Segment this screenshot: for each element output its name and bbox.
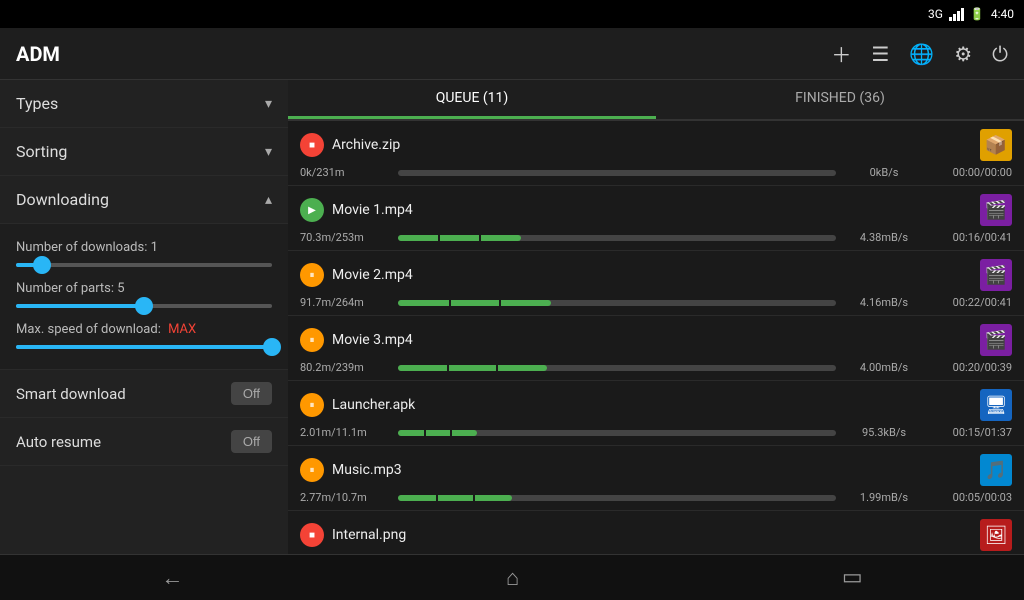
progress-bar-2 — [398, 300, 836, 306]
download-thumb-0: 📦 — [980, 129, 1012, 161]
bottom-nav: ← ⌂ ▭ — [0, 554, 1024, 600]
status-icon-3[interactable]: ⏸ — [300, 328, 324, 352]
download-thumb-3: 🎬 — [980, 324, 1012, 356]
network-type: 3G — [928, 7, 943, 21]
status-icon-5[interactable]: ⏸ — [300, 458, 324, 482]
size-info-1: 70.3m/253m — [300, 231, 390, 244]
status-icon-1[interactable]: ▶ — [300, 198, 324, 222]
sidebar-sorting-header[interactable]: Sorting ▾ — [0, 128, 288, 176]
download-item[interactable]: ⏸ Launcher.apk 🖥 2.01m/11.1m 95.3kB/s 00… — [288, 381, 1024, 446]
content-area: QUEUE (11) FINISHED (36) ■ Archive.zip 📦… — [288, 80, 1024, 554]
back-button[interactable]: ← — [141, 557, 203, 599]
size-info-0: 0k/231m — [300, 166, 390, 179]
size-info-4: 2.01m/11.1m — [300, 426, 390, 439]
auto-resume-toggle[interactable]: Off — [231, 430, 272, 453]
download-thumb-5: 🎵 — [980, 454, 1012, 486]
num-downloads-label: Number of downloads: 1 — [16, 240, 272, 255]
signal-icon — [949, 8, 964, 21]
download-thumb-2: 🎬 — [980, 259, 1012, 291]
recents-button[interactable]: ▭ — [822, 557, 883, 598]
size-info-3: 80.2m/239m — [300, 361, 390, 374]
max-speed-label: Max. speed of download: MAX — [16, 322, 272, 337]
download-item[interactable]: ■ Internal.png 🖼 — [288, 511, 1024, 554]
smart-download-toggle[interactable]: Off — [231, 382, 272, 405]
app-title: ADM — [16, 42, 831, 66]
settings-button[interactable]: ⚙ — [954, 42, 972, 66]
speed-0: 0kB/s — [844, 166, 924, 179]
power-button[interactable]: ⏻ — [992, 42, 1008, 66]
toolbar: ADM ＋ ☰ 🌐 ⚙ ⏻ — [0, 28, 1024, 80]
download-thumb-1: 🎬 — [980, 194, 1012, 226]
time-4: 00:15/01:37 — [932, 426, 1012, 439]
max-speed-slider[interactable] — [16, 345, 272, 349]
download-name-4: Launcher.apk — [332, 397, 980, 413]
status-bar: 3G 🔋 4:40 — [0, 0, 1024, 28]
num-parts-slider[interactable] — [16, 304, 272, 308]
time-0: 00:00/00:00 — [932, 166, 1012, 179]
download-thumb-6: 🖼 — [980, 519, 1012, 551]
smart-download-label: Smart download — [16, 385, 126, 403]
toolbar-icons: ＋ ☰ 🌐 ⚙ ⏻ — [831, 39, 1008, 68]
sidebar-types-label: Types — [16, 94, 58, 113]
download-list: ■ Archive.zip 📦 0k/231m 0kB/s 00:00/00:0… — [288, 121, 1024, 554]
sidebar-sorting-label: Sorting — [16, 142, 67, 161]
globe-button[interactable]: 🌐 — [909, 42, 934, 66]
download-item[interactable]: ⏸ Movie 3.mp4 🎬 80.2m/239m 4.00mB/s 00:2… — [288, 316, 1024, 381]
sidebar-downloading-header[interactable]: Downloading ▴ — [0, 176, 288, 224]
download-name-6: Internal.png — [332, 527, 980, 543]
num-parts-label: Number of parts: 5 — [16, 281, 272, 296]
tab-finished[interactable]: FINISHED (36) — [656, 80, 1024, 119]
speed-4: 95.3kB/s — [844, 426, 924, 439]
progress-bar-0 — [398, 170, 836, 176]
status-icon-0[interactable]: ■ — [300, 133, 324, 157]
time-2: 00:22/00:41 — [932, 296, 1012, 309]
sidebar-downloading-label: Downloading — [16, 190, 109, 209]
home-button[interactable]: ⌂ — [486, 557, 539, 599]
download-item[interactable]: ⏸ Music.mp3 🎵 2.77m/10.7m 1.99mB/s 00:05… — [288, 446, 1024, 511]
download-name-3: Movie 3.mp4 — [332, 332, 980, 348]
speed-1: 4.38mB/s — [844, 231, 924, 244]
time-3: 00:20/00:39 — [932, 361, 1012, 374]
speed-2: 4.16mB/s — [844, 296, 924, 309]
status-icon-2[interactable]: ⏸ — [300, 263, 324, 287]
battery-icon: 🔋 — [970, 7, 985, 21]
speed-5: 1.99mB/s — [844, 491, 924, 504]
progress-bar-4 — [398, 430, 836, 436]
num-downloads-slider[interactable] — [16, 263, 272, 267]
speed-3: 4.00mB/s — [844, 361, 924, 374]
status-icon-6[interactable]: ■ — [300, 523, 324, 547]
download-name-1: Movie 1.mp4 — [332, 202, 980, 218]
progress-bar-3 — [398, 365, 836, 371]
download-name-0: Archive.zip — [332, 137, 980, 153]
menu-button[interactable]: ☰ — [871, 42, 889, 66]
download-name-5: Music.mp3 — [332, 462, 980, 478]
time-1: 00:16/00:41 — [932, 231, 1012, 244]
download-thumb-4: 🖥 — [980, 389, 1012, 421]
main-layout: Types ▾ Sorting ▾ Downloading ▴ Number o… — [0, 80, 1024, 554]
auto-resume-row: Auto resume Off — [0, 418, 288, 466]
download-item[interactable]: ⏸ Movie 2.mp4 🎬 91.7m/264m 4.16mB/s 00:2… — [288, 251, 1024, 316]
tabs-bar: QUEUE (11) FINISHED (36) — [288, 80, 1024, 121]
clock: 4:40 — [991, 7, 1014, 21]
types-chevron-icon: ▾ — [265, 96, 272, 112]
status-icon-4[interactable]: ⏸ — [300, 393, 324, 417]
sidebar-types-header[interactable]: Types ▾ — [0, 80, 288, 128]
progress-bar-1 — [398, 235, 836, 241]
smart-download-row: Smart download Off — [0, 370, 288, 418]
download-item[interactable]: ■ Archive.zip 📦 0k/231m 0kB/s 00:00/00:0… — [288, 121, 1024, 186]
downloading-content: Number of downloads: 1 Number of parts: … — [0, 224, 288, 370]
auto-resume-label: Auto resume — [16, 433, 101, 451]
sidebar: Types ▾ Sorting ▾ Downloading ▴ Number o… — [0, 80, 288, 554]
tab-queue[interactable]: QUEUE (11) — [288, 80, 656, 119]
downloading-chevron-icon: ▴ — [265, 192, 272, 208]
max-speed-value: MAX — [168, 322, 196, 337]
size-info-5: 2.77m/10.7m — [300, 491, 390, 504]
size-info-2: 91.7m/264m — [300, 296, 390, 309]
add-button[interactable]: ＋ — [831, 39, 851, 68]
sorting-chevron-icon: ▾ — [265, 144, 272, 160]
download-item[interactable]: ▶ Movie 1.mp4 🎬 70.3m/253m 4.38mB/s 00:1… — [288, 186, 1024, 251]
progress-bar-5 — [398, 495, 836, 501]
time-5: 00:05/00:03 — [932, 491, 1012, 504]
download-name-2: Movie 2.mp4 — [332, 267, 980, 283]
